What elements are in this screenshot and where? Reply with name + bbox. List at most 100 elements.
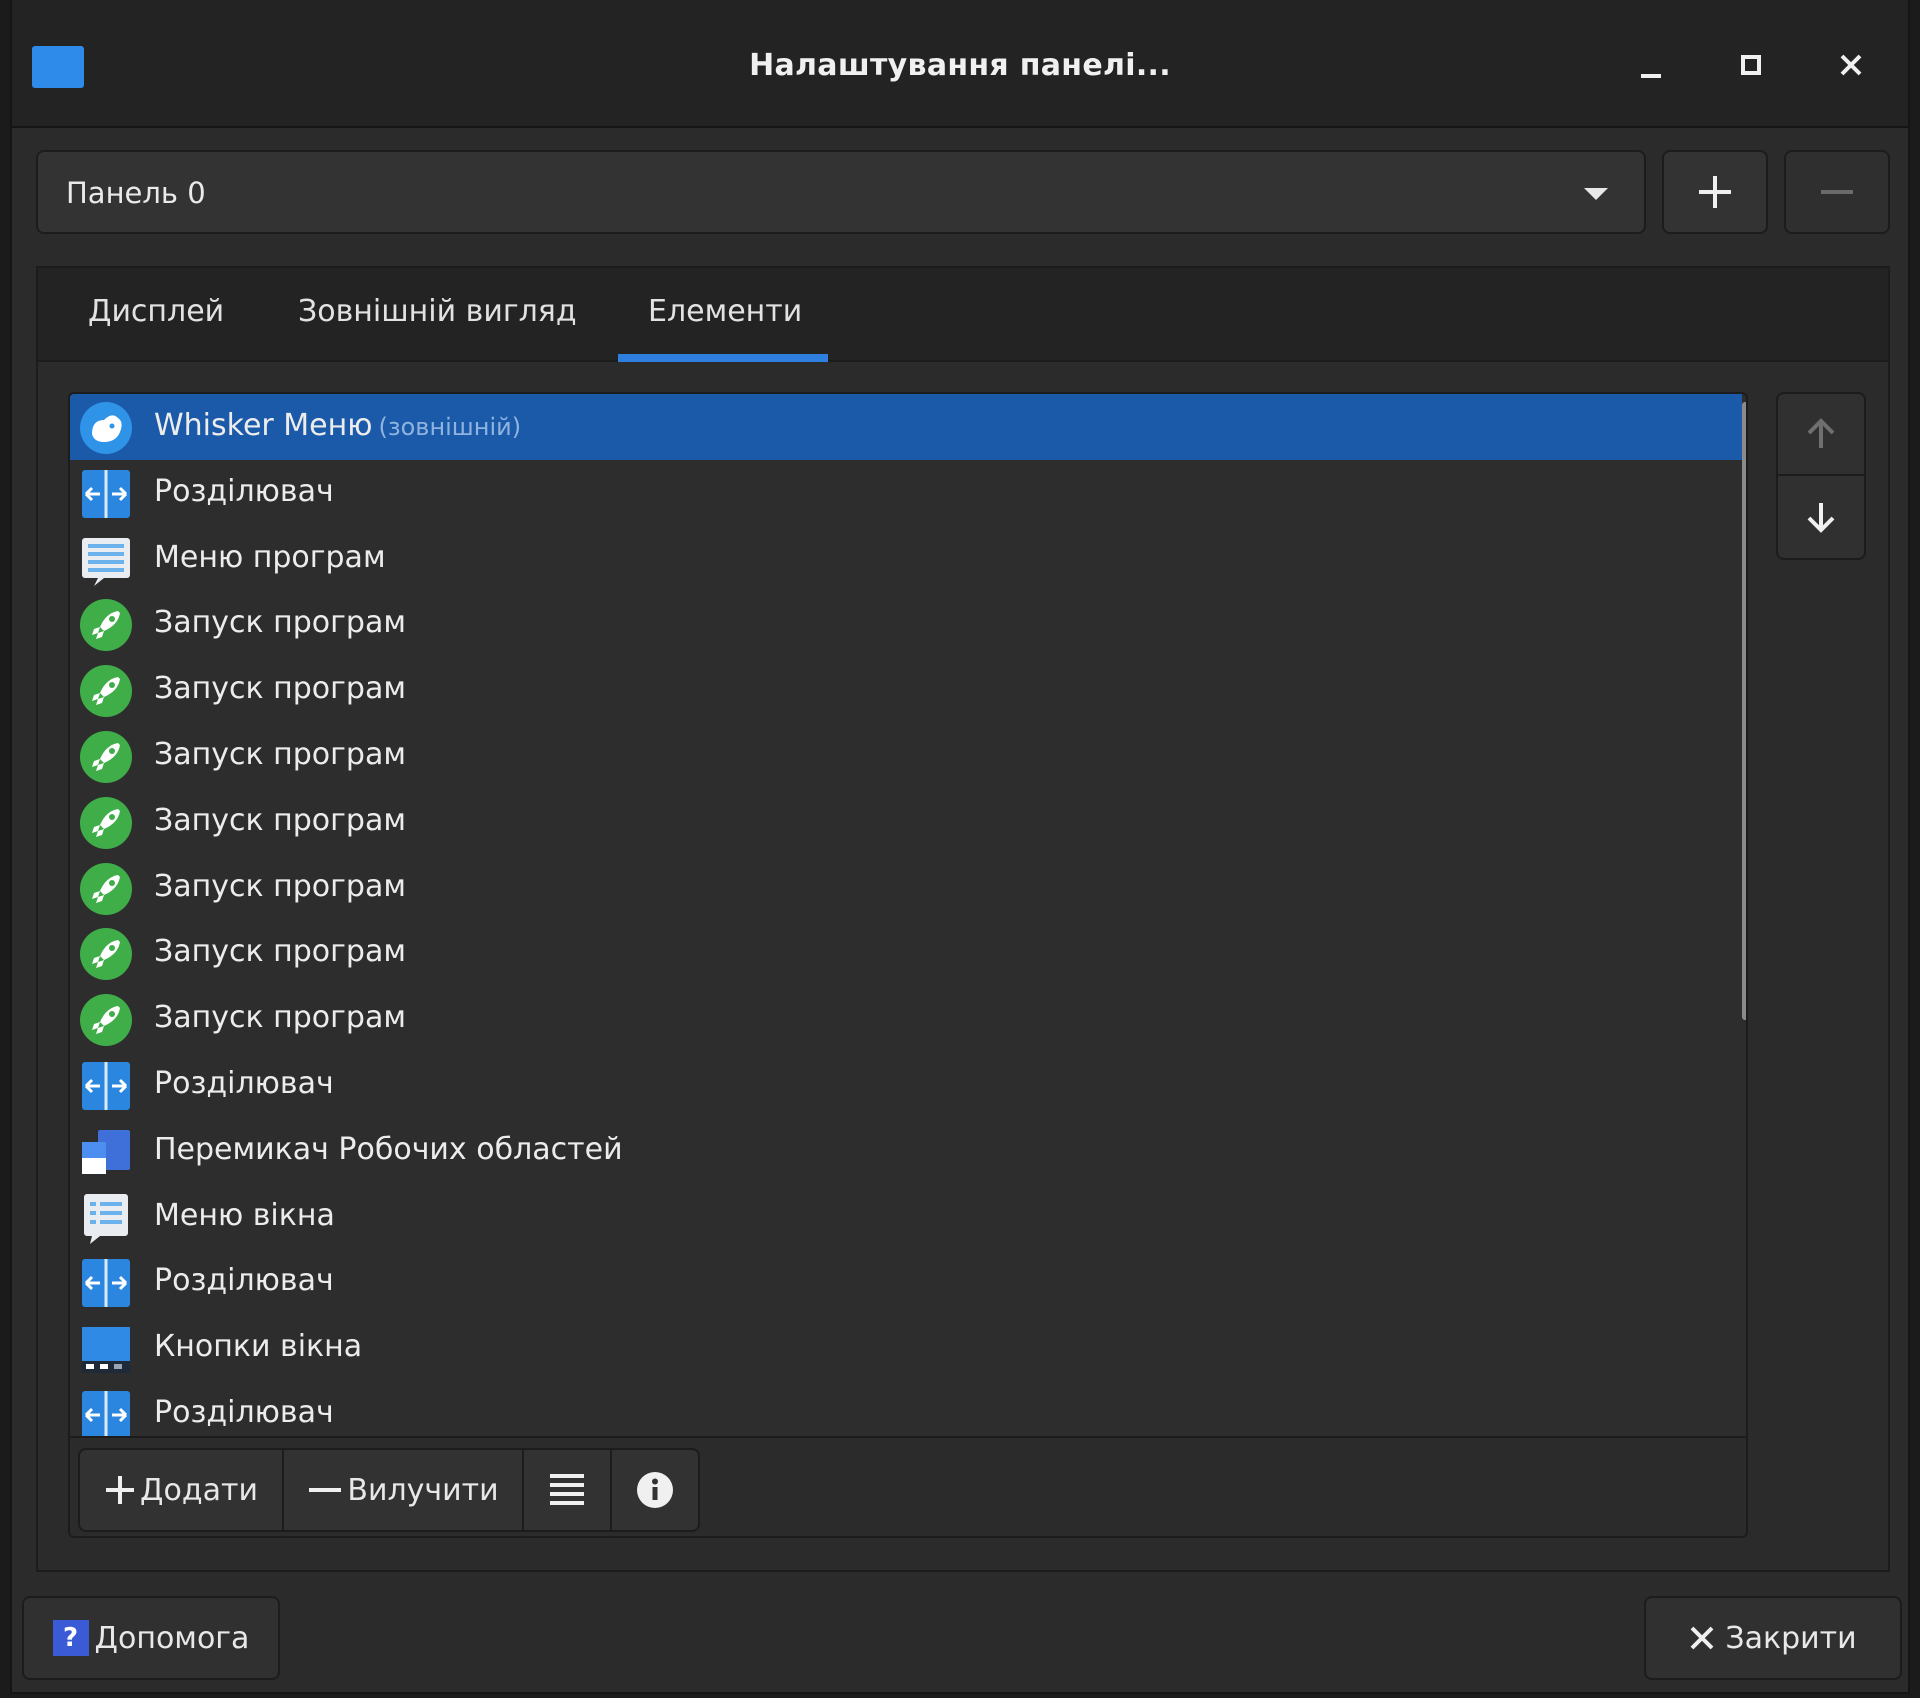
list-item-title: Whisker Меню [154, 408, 373, 443]
list-item[interactable]: Запуск програм [70, 657, 1742, 723]
list-item[interactable]: Запуск програм [70, 723, 1742, 789]
list-item[interactable]: Запуск програм [70, 920, 1742, 986]
list-item[interactable]: Whisker Меню (зовнішній) [70, 394, 1742, 460]
list-item-label: Запуск програм [154, 803, 406, 838]
list-item[interactable]: Розділювач [70, 1052, 1742, 1118]
panel-select-value: Панель 0 [66, 176, 206, 210]
list-item-label: Меню вікна [154, 1198, 335, 1233]
list-item-title: Розділювач [154, 473, 334, 509]
help-label: Допомога [94, 1620, 250, 1656]
list-item[interactable]: Розділювач [70, 1381, 1742, 1436]
items-toolbar: Додати Вилучити [70, 1436, 1746, 1536]
list-item-label: Запуск програм [154, 605, 406, 640]
window-title: Налаштування панелі... [749, 48, 1171, 83]
list-item-title: Запуск програм [154, 671, 406, 707]
whisker-menu-icon [78, 400, 134, 456]
list-item-title: Запуск програм [154, 802, 406, 838]
list-item[interactable]: Запуск програм [70, 591, 1742, 657]
item-preferences-button[interactable] [524, 1450, 612, 1530]
minimize-icon [1641, 74, 1661, 78]
list-item-label: Розділювач [154, 1263, 334, 1298]
list-item[interactable]: Меню вікна [70, 1184, 1742, 1250]
list-item-label: Розділювач [154, 1395, 334, 1430]
titlebar[interactable]: Налаштування панелі... [12, 0, 1908, 128]
plus-icon [1699, 176, 1731, 208]
list-item[interactable]: Запуск програм [70, 855, 1742, 921]
list-item-label: Запуск програм [154, 1000, 406, 1035]
launcher-icon [78, 663, 134, 719]
list-item-label: Меню програм [154, 540, 386, 575]
list-settings-icon [550, 1474, 584, 1505]
remove-panel-button[interactable] [1784, 150, 1890, 234]
list-item[interactable]: Кнопки вікна [70, 1315, 1742, 1381]
panel-select[interactable]: Панель 0 [36, 150, 1646, 234]
list-item-title: Запуск програм [154, 605, 406, 641]
remove-item-label: Вилучити [347, 1472, 499, 1508]
add-item-label: Додати [140, 1472, 258, 1508]
item-about-button[interactable] [612, 1450, 698, 1530]
separator-icon [78, 1387, 134, 1436]
launcher-icon [78, 926, 134, 982]
list-item[interactable]: Розділювач [70, 460, 1742, 526]
minus-icon [309, 1488, 342, 1492]
list-item[interactable]: Розділювач [70, 1249, 1742, 1315]
items-list[interactable]: Whisker Меню (зовнішній) Розділювач Меню пр… [70, 394, 1742, 1436]
list-item-title: Розділювач [154, 1065, 334, 1101]
close-window-button[interactable] [1826, 40, 1876, 90]
list-item-label: Whisker Меню (зовнішній) [154, 408, 521, 443]
chevron-down-icon [1584, 188, 1608, 200]
active-tab-indicator [618, 354, 828, 362]
tab-display[interactable]: Дисплей [88, 294, 224, 329]
list-item[interactable]: Запуск програм [70, 789, 1742, 855]
move-down-button[interactable] [1778, 476, 1864, 558]
add-item-button[interactable]: Додати [80, 1450, 284, 1530]
list-item-title: Розділювач [154, 1263, 334, 1299]
minus-icon [1821, 190, 1853, 194]
arrow-up-icon [1807, 418, 1835, 448]
list-item-label: Запуск програм [154, 869, 406, 904]
launcher-icon [78, 597, 134, 653]
arrow-down-icon [1807, 503, 1835, 533]
list-item[interactable]: Меню програм [70, 526, 1742, 592]
list-item-label: Запуск програм [154, 737, 406, 772]
applications-menu-icon [78, 532, 134, 588]
items-toolbar-group: Додати Вилучити [78, 1448, 700, 1532]
list-item-label: Кнопки вікна [154, 1329, 362, 1364]
remove-item-button[interactable]: Вилучити [284, 1450, 524, 1530]
info-icon [637, 1472, 673, 1508]
list-item-title: Меню програм [154, 539, 386, 575]
help-icon: ? [52, 1620, 89, 1656]
items-list-frame: Whisker Меню (зовнішній) Розділювач Меню пр… [68, 392, 1748, 1538]
close-label: Закрити [1725, 1620, 1857, 1656]
close-button[interactable]: Закрити [1644, 1596, 1902, 1680]
list-scrollbar[interactable] [1742, 402, 1746, 1020]
reorder-buttons [1776, 392, 1866, 560]
list-item-label: Розділювач [154, 1066, 334, 1101]
list-item-title: Перемикач Робочих областей [154, 1131, 623, 1167]
separator-icon [78, 466, 134, 522]
list-item-label: Перемикач Робочих областей [154, 1132, 623, 1167]
minimize-button[interactable] [1626, 40, 1676, 90]
launcher-icon [78, 992, 134, 1048]
list-item[interactable]: Перемикач Робочих областей [70, 1118, 1742, 1184]
help-button[interactable]: ? Допомога [22, 1596, 280, 1680]
list-item-subtitle: (зовнішній) [378, 413, 522, 441]
list-item[interactable]: Запуск програм [70, 986, 1742, 1052]
tab-appearance[interactable]: Зовнішній вигляд [298, 294, 577, 329]
tab-items[interactable]: Елементи [648, 294, 802, 329]
list-item-label: Розділювач [154, 474, 334, 509]
maximize-button[interactable] [1726, 40, 1776, 90]
launcher-icon [78, 729, 134, 785]
close-icon [1840, 54, 1862, 76]
list-item-title: Запуск програм [154, 1000, 406, 1036]
settings-notebook: Дисплей Зовнішній вигляд Елементи Whiske… [36, 266, 1890, 1572]
list-item-title: Запуск програм [154, 868, 406, 904]
list-item-title: Запуск програм [154, 736, 406, 772]
move-up-button[interactable] [1778, 394, 1864, 476]
list-item-label: Запуск програм [154, 934, 406, 969]
list-item-title: Запуск програм [154, 934, 406, 970]
plus-icon [106, 1476, 135, 1504]
window-buttons-icon [78, 1321, 134, 1377]
launcher-icon [78, 861, 134, 917]
add-panel-button[interactable] [1662, 150, 1768, 234]
